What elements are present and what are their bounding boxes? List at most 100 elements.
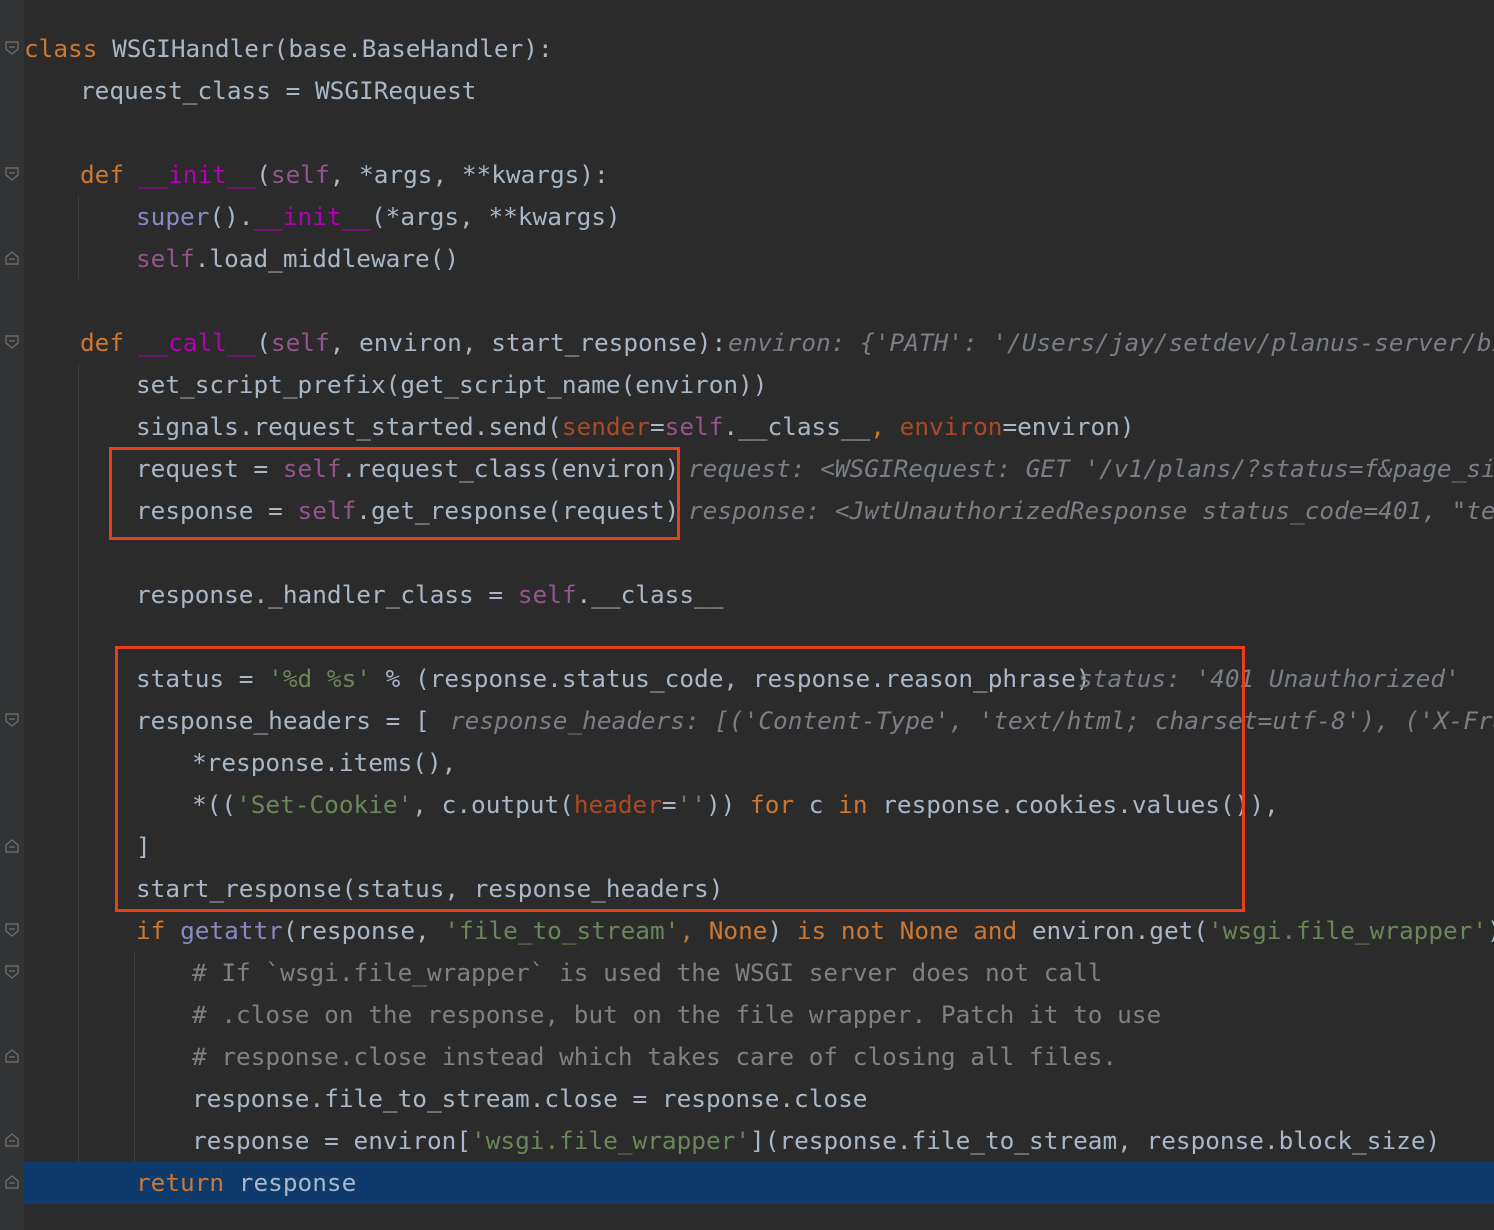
code-text: .load_middleware() (194, 244, 460, 273)
keyword: if (136, 916, 166, 945)
code-comment[interactable]: # .close on the response, but on the fil… (192, 994, 1161, 1036)
function-name: __init__ (253, 202, 371, 231)
code-text: (response, (282, 916, 445, 945)
keyword: def (80, 328, 125, 357)
self-keyword: self (517, 580, 577, 609)
fold-open-icon[interactable] (4, 334, 20, 350)
code-text: % (response.status_code, response.reason… (370, 664, 1091, 693)
code-text: ( (256, 160, 271, 189)
code-line[interactable]: response._handler_class = self.__class__ (136, 574, 723, 616)
code-line[interactable]: request = self.request_class(environ) (136, 448, 679, 490)
code-text: environ.get( (1017, 916, 1209, 945)
fold-close-icon[interactable] (4, 250, 20, 266)
class-declaration: WSGIHandler(base.BaseHandler): (97, 34, 553, 63)
fold-open-icon[interactable] (4, 922, 20, 938)
keyword: def (80, 160, 125, 189)
keyword-argument: header (573, 790, 662, 819)
code-text: ](response.file_to_stream, response.bloc… (750, 1126, 1441, 1155)
keyword-argument: environ (899, 412, 1003, 441)
keyword-argument: sender (561, 412, 650, 441)
self-keyword: self (282, 454, 342, 483)
builtin: getattr (180, 916, 283, 945)
code-line[interactable]: start_response(status, response_headers) (136, 868, 723, 910)
code-text: status = (136, 664, 269, 693)
code-text: .get_response(request) (356, 496, 680, 525)
code-comment[interactable]: # response.close instead which takes car… (192, 1036, 1117, 1078)
code-line[interactable]: response = environ['wsgi.file_wrapper'](… (192, 1120, 1440, 1162)
fold-open-icon[interactable] (4, 166, 20, 182)
code-line[interactable]: def __init__(self, *args, **kwargs): (80, 154, 609, 196)
code-text: response = (136, 496, 298, 525)
code-text: =environ) (1002, 412, 1135, 441)
code-line[interactable]: signals.request_started.send(sender=self… (136, 406, 1135, 448)
fold-close-icon[interactable] (4, 1174, 20, 1190)
code-text: ): (1487, 916, 1494, 945)
code-text: .__class__ (576, 580, 724, 609)
self-keyword: self (270, 160, 330, 189)
string-literal: 'wsgi.file_wrapper' (471, 1126, 751, 1155)
indent-guide (134, 952, 135, 1162)
code-line[interactable]: *(('Set-Cookie', c.output(header='')) fo… (192, 784, 1279, 826)
editor-gutter (0, 0, 24, 1230)
code-text: *(( (192, 790, 237, 819)
code-text: *response.items(), (192, 748, 457, 777)
code-line[interactable]: response_headers = [ (136, 700, 430, 742)
function-name: __init__ (138, 160, 257, 189)
code-text: (). (209, 202, 254, 231)
code-line[interactable]: class WSGIHandler(base.BaseHandler): (24, 28, 553, 70)
code-text: start_response(status, response_headers) (136, 874, 724, 903)
fold-close-icon[interactable] (4, 1132, 20, 1148)
self-keyword: self (270, 328, 330, 357)
string-literal: 'wsgi.file_wrapper' (1208, 916, 1488, 945)
fold-open-icon[interactable] (4, 712, 20, 728)
code-text: , environ, start_response): (329, 328, 727, 357)
code-text: response.cookies.values()), (867, 790, 1279, 819)
code-text: , c.output( (412, 790, 574, 819)
code-editor[interactable]: class WSGIHandler(base.BaseHandler): req… (0, 0, 1494, 1230)
code-line[interactable]: if getattr(response, 'file_to_stream', N… (136, 910, 1494, 952)
keyword: return (136, 1168, 225, 1197)
code-text: c (794, 790, 839, 819)
code-text: .__class__ (723, 412, 871, 441)
code-text: (*args, **kwargs) (370, 202, 621, 231)
code-line[interactable]: def __call__(self, environ, start_respon… (80, 322, 726, 364)
code-line[interactable]: super().__init__(*args, **kwargs) (136, 196, 621, 238)
code-comment[interactable]: # If `wsgi.file_wrapper` is used the WSG… (192, 952, 1102, 994)
fold-open-icon[interactable] (4, 40, 20, 56)
code-text: request = (136, 454, 283, 483)
code-text: response = environ[ (192, 1126, 472, 1155)
inline-debug-hint: environ: {'PATH': '/Users/jay/setdev/pla… (728, 328, 1494, 357)
indent-guide (78, 195, 79, 279)
code-line[interactable]: response.file_to_stream.close = response… (192, 1078, 867, 1120)
self-keyword: self (136, 244, 195, 273)
keyword: None (899, 916, 959, 945)
code-line[interactable]: status = '%d %s' % (response.status_code… (136, 658, 1091, 700)
code-line[interactable]: self.load_middleware() (136, 238, 459, 280)
builtin: super (136, 202, 210, 231)
code-line[interactable]: response = self.get_response(request) (136, 490, 679, 532)
code-text: response (224, 1168, 357, 1197)
code-text: request_class = WSGIRequest (80, 76, 477, 105)
inline-debug-hint: response: <JwtUnauthorizedResponse statu… (688, 496, 1494, 525)
code-line-current[interactable]: return response (136, 1162, 356, 1204)
code-line[interactable]: ] (136, 826, 151, 868)
code-text: response._handler_class = (136, 580, 518, 609)
code-text: , *args, **kwargs): (329, 160, 609, 189)
fold-open-icon[interactable] (4, 964, 20, 980)
self-keyword: self (664, 412, 724, 441)
keyword: None (708, 916, 768, 945)
comma: , (870, 412, 900, 441)
code-text: )) (705, 790, 751, 819)
inline-debug-hint: request: <WSGIRequest: GET '/v1/plans/?s… (688, 454, 1494, 483)
string-literal: '' (676, 790, 706, 819)
self-keyword: self (297, 496, 357, 525)
keyword: for (750, 790, 795, 819)
code-line[interactable]: *response.items(), (192, 742, 456, 784)
fold-close-icon[interactable] (4, 838, 20, 854)
code-text: .request_class(environ) (341, 454, 680, 483)
code-line[interactable]: set_script_prefix(get_script_name(enviro… (136, 364, 767, 406)
keyword: is not (796, 916, 885, 945)
code-line[interactable]: request_class = WSGIRequest (80, 70, 476, 112)
code-text: = (649, 412, 665, 441)
fold-close-icon[interactable] (4, 1048, 20, 1064)
